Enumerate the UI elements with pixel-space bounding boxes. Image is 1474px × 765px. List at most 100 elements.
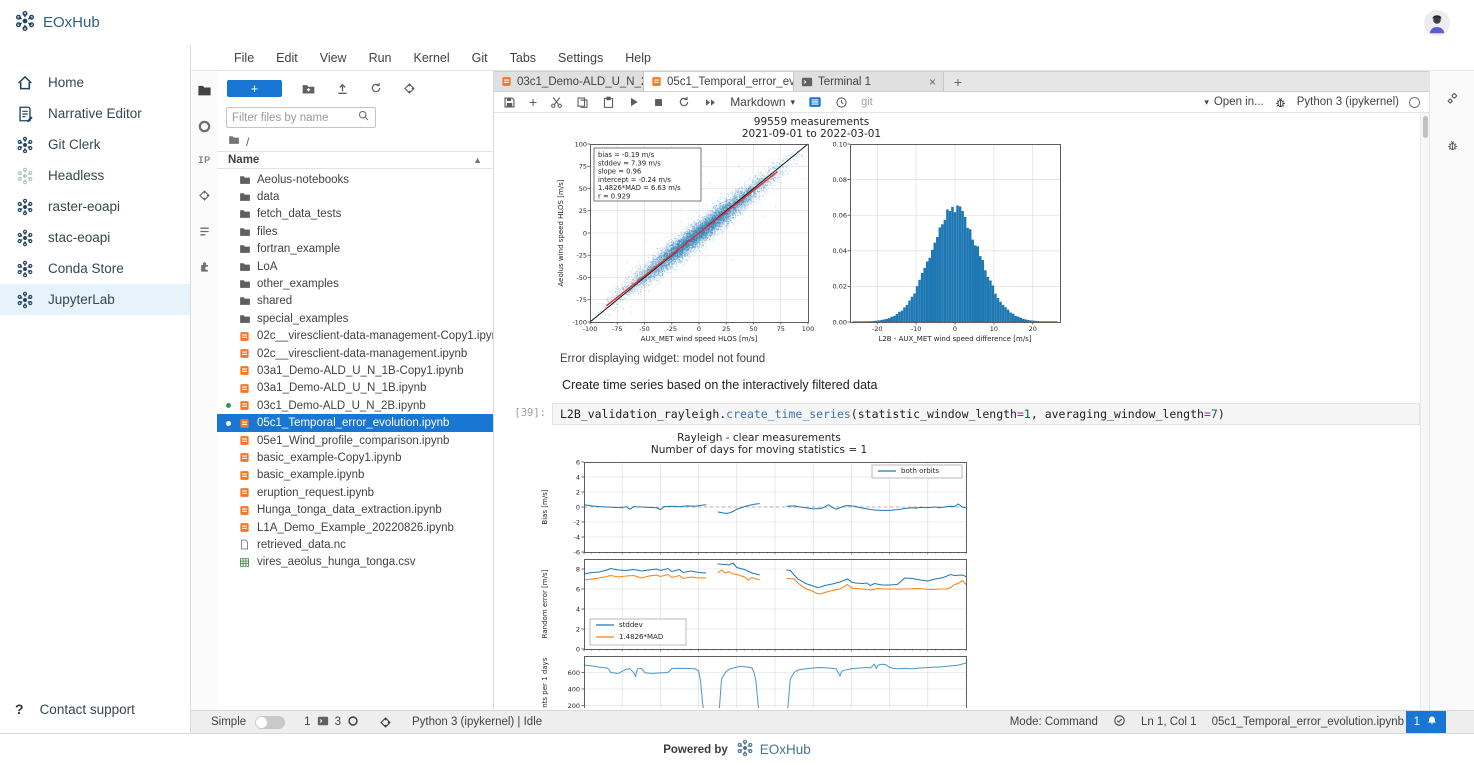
open-in-dropdown[interactable]: ▾ Open in... [1204,96,1263,108]
menu-settings[interactable]: Settings [547,51,614,65]
cursor-position[interactable]: Ln 1, Col 1 [1141,716,1197,728]
scrollbar-handle[interactable] [1423,116,1428,138]
git-icon[interactable] [197,188,212,203]
cut-icon[interactable] [550,96,563,109]
file-row[interactable]: 03a1_Demo-ALD_U_N_1B-Copy1.ipynb [217,362,493,379]
toc-icon[interactable] [197,224,212,239]
sidebar-item-jupyterlab[interactable]: JupyterLab [0,284,190,315]
cell-type-dropdown[interactable]: Markdown ▾ [730,95,795,109]
sidebar-item-raster-eoapi[interactable]: raster-eoapi [0,191,190,222]
file-row[interactable]: basic_example.ipynb [217,467,493,484]
menu-help[interactable]: Help [614,51,662,65]
file-row[interactable]: 03c1_Demo-ALD_U_N_2B.ipynb [217,397,493,414]
contact-support-link[interactable]: ? Contact support [15,701,135,717]
sidebar-item-headless[interactable]: Headless [0,160,190,191]
file-row[interactable]: 05c1_Temporal_error_evolution.ipynb [217,414,493,431]
activity-bar: IP [191,71,217,710]
extensions-icon[interactable] [197,260,212,275]
file-row[interactable]: Hunga_tonga_data_extraction.ipynb [217,501,493,518]
debugger-bug-icon[interactable] [1446,139,1459,157]
file-list-header[interactable]: Name ▲ [217,151,493,169]
sidebar-item-narrative-editor[interactable]: Narrative Editor [0,98,190,129]
cell-list-icon[interactable] [808,95,822,109]
paste-icon[interactable] [602,96,615,109]
save-icon[interactable] [503,96,516,109]
user-avatar-icon[interactable] [1424,10,1450,36]
git-clone-icon[interactable] [402,81,417,96]
filter-files-input[interactable] [232,112,357,124]
sidebar-item-git-clerk[interactable]: Git Clerk [0,129,190,160]
refresh-icon[interactable] [369,81,383,95]
menu-tabs[interactable]: Tabs [499,51,547,65]
new-tab-button[interactable]: + [944,72,972,91]
folder-icon [238,208,251,220]
file-row[interactable]: fetch_data_tests [217,206,493,223]
menu-run[interactable]: Run [358,51,403,65]
file-row[interactable]: Aeolus-notebooks [217,171,493,188]
file-row[interactable]: other_examples [217,275,493,292]
upload-icon[interactable] [335,81,350,96]
file-row[interactable]: data [217,188,493,205]
file-row[interactable]: files [217,223,493,240]
sidebar-item-home[interactable]: Home [0,67,190,98]
menu-view[interactable]: View [309,51,358,65]
sidebar-item-stac-eoapi[interactable]: stac-eoapi [0,222,190,253]
run-icon[interactable] [628,96,640,108]
breadcrumb[interactable]: / [217,132,493,151]
file-row[interactable]: 03a1_Demo-ALD_U_N_1B.ipynb [217,380,493,397]
file-row[interactable]: L1A_Demo_Example_20220826.ipynb [217,519,493,536]
run-all-icon[interactable] [704,96,717,109]
mode-indicator[interactable]: Mode: Command [1010,716,1098,728]
footer-brand[interactable]: EOxHub [736,739,811,760]
menu-file[interactable]: File [223,51,265,65]
clock-icon[interactable] [835,96,848,109]
file-row[interactable]: vires_aeolus_hunga_tonga.csv [217,554,493,571]
terminal-count: 1 [304,716,310,728]
menu-edit[interactable]: Edit [265,51,309,65]
file-row[interactable]: retrieved_data.nc [217,536,493,553]
git-status-icon[interactable] [378,715,393,730]
kernel-status-text[interactable]: Python 3 (ipykernel) | Idle [412,716,542,728]
inspector-icon[interactable]: IP [198,155,211,167]
sessions-indicator[interactable]: 1 3 [304,715,359,730]
file-row[interactable]: special_examples [217,310,493,327]
files-icon[interactable] [197,83,212,98]
property-inspector-gears-icon[interactable] [1445,91,1460,111]
tab-03c1-demo-ald-u-n-2b-ip[interactable]: 03c1_Demo-ALD_U_N_2B.ip× [494,72,644,91]
active-filename[interactable]: 05c1_Temporal_error_evolution.ipynb [1212,716,1404,728]
file-row[interactable]: 05e1_Wind_profile_comparison.ipynb [217,432,493,449]
file-row[interactable]: LoA [217,258,493,275]
close-icon[interactable]: × [929,75,936,89]
simple-mode-toggle[interactable] [255,716,285,729]
running-icon[interactable] [197,119,212,134]
tab-05c1-temporal-error-evolu[interactable]: 05c1_Temporal_error_evolu× [644,72,794,91]
powered-by-label: Powered by [663,744,728,756]
new-launcher-button[interactable]: + [227,80,282,97]
tab-label: Terminal 1 [818,76,871,88]
notebook-scrollbar[interactable] [1420,113,1429,710]
code-editor[interactable]: L2B_validation_rayleigh.create_time_seri… [552,403,1420,425]
notifications-button[interactable]: 1 [1406,711,1446,733]
eox-icon [15,198,35,216]
insert-cell-icon[interactable]: + [529,94,537,110]
file-row[interactable]: shared [217,293,493,310]
eoxhub-brand[interactable]: EOxHub [14,10,100,36]
file-row[interactable]: 02c__viresclient-data-management-Copy1.i… [217,328,493,345]
code-token: create_time_series [726,407,851,421]
menu-git[interactable]: Git [461,51,499,65]
file-row[interactable]: fortran_example [217,241,493,258]
eox-icon [15,136,35,154]
folder-icon [238,261,251,273]
bug-icon[interactable] [1274,96,1287,109]
file-row[interactable]: basic_example-Copy1.ipynb [217,449,493,466]
file-row[interactable]: eruption_request.ipynb [217,484,493,501]
kernel-name[interactable]: Python 3 (ipykernel) [1297,96,1399,108]
restart-icon[interactable] [677,95,691,109]
copy-icon[interactable] [576,96,589,109]
file-row[interactable]: 02c__viresclient-data-management.ipynb [217,345,493,362]
new-folder-icon[interactable] [301,81,316,96]
stop-icon[interactable] [653,97,664,108]
sidebar-item-conda-store[interactable]: Conda Store [0,253,190,284]
tab-terminal-1[interactable]: Terminal 1 × [794,72,944,91]
menu-kernel[interactable]: Kernel [403,51,461,65]
